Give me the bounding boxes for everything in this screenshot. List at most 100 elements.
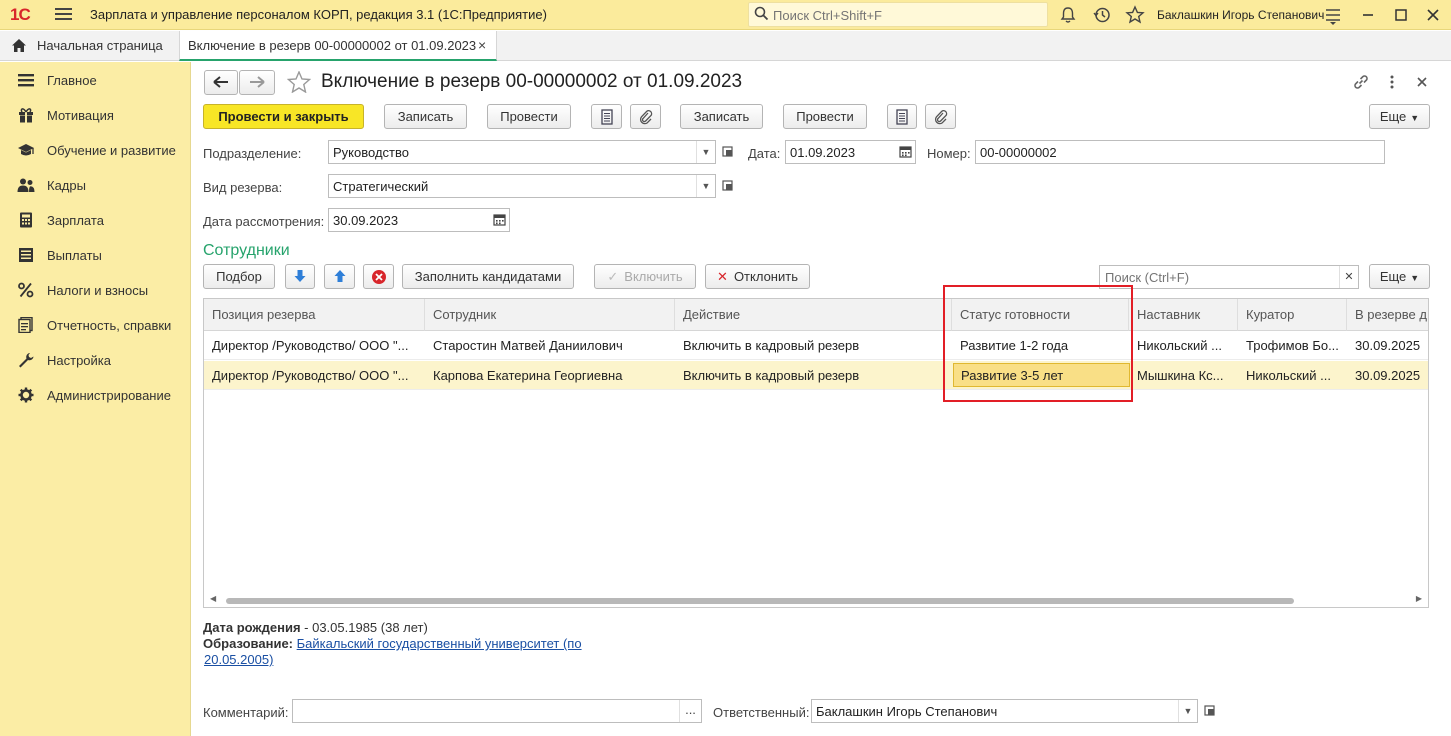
- scrollbar-thumb[interactable]: [226, 598, 1294, 604]
- date-label: Дата:: [748, 146, 781, 161]
- save-button-2[interactable]: Записать: [680, 104, 763, 129]
- bell-icon[interactable]: [1058, 5, 1078, 25]
- back-button[interactable]: [204, 70, 238, 95]
- forward-button[interactable]: [239, 70, 275, 95]
- calendar-icon[interactable]: [899, 145, 912, 158]
- close-icon[interactable]: [1423, 5, 1443, 25]
- comment-field[interactable]: ...: [292, 699, 702, 723]
- tab-document[interactable]: Включение в резерв 00-00000002 от 01.09.…: [179, 31, 497, 61]
- sidebar-item-main[interactable]: Главное: [0, 65, 191, 95]
- minimize-icon[interactable]: [1358, 5, 1378, 25]
- birth-date-value: - 03.05.1985 (38 лет): [300, 620, 428, 635]
- employees-table: Позиция резерва Сотрудник Действие Стату…: [203, 298, 1429, 608]
- move-down-button[interactable]: [285, 264, 315, 289]
- sidebar-item-motivation[interactable]: Мотивация: [0, 100, 191, 130]
- tab-home-label: Начальная страница: [37, 38, 163, 53]
- column-header[interactable]: Наставник: [1129, 299, 1238, 331]
- open-icon[interactable]: [719, 175, 737, 197]
- document-icon: [896, 109, 908, 125]
- sidebar-item-reports[interactable]: Отчетность, справки: [0, 310, 191, 340]
- sidebar-item-payments[interactable]: Выплаты: [0, 240, 191, 270]
- maximize-icon[interactable]: [1391, 5, 1411, 25]
- save-button[interactable]: Записать: [384, 104, 467, 129]
- comment-edit-button[interactable]: ...: [679, 700, 701, 722]
- delete-button[interactable]: [363, 264, 394, 289]
- table-row[interactable]: Директор /Руководство/ ООО "... Старости…: [204, 331, 1428, 360]
- sidebar-item-label: Выплаты: [47, 248, 102, 263]
- include-button[interactable]: ✓ Включить: [594, 264, 696, 289]
- global-search-input[interactable]: [771, 6, 1041, 24]
- tab-home[interactable]: Начальная страница: [0, 31, 177, 61]
- print-button[interactable]: [591, 104, 622, 129]
- document-title: Включение в резерв 00-00000002 от 01.09.…: [321, 71, 743, 92]
- star-icon[interactable]: [1125, 5, 1145, 25]
- table-row-selected[interactable]: Директор /Руководство/ ООО "... Карпова …: [204, 361, 1428, 390]
- highlight-box: [943, 285, 1133, 402]
- reject-button[interactable]: ✕ Отклонить: [705, 264, 810, 289]
- dropdown-arrow-icon[interactable]: ▼: [696, 141, 715, 163]
- column-header[interactable]: Сотрудник: [425, 299, 675, 331]
- birth-date-label: Дата рождения: [203, 620, 301, 635]
- review-date-field[interactable]: 30.09.2023: [328, 208, 510, 232]
- sidebar-item-salary[interactable]: Зарплата: [0, 205, 191, 235]
- sidebar-item-training[interactable]: Обучение и развитие: [0, 135, 191, 165]
- more-button-label: Еще: [1379, 109, 1407, 124]
- calendar-icon[interactable]: [493, 213, 506, 226]
- date-field[interactable]: 01.09.2023: [785, 140, 916, 164]
- link-icon[interactable]: [1352, 73, 1370, 91]
- responsible-field[interactable]: Баклашкин Игорь Степанович ▼: [811, 699, 1198, 723]
- education-link[interactable]: Байкальский государственный университет …: [297, 636, 582, 651]
- scroll-left-icon[interactable]: ◀: [210, 594, 216, 603]
- sidebar-item-label: Отчетность, справки: [47, 318, 172, 333]
- history-icon[interactable]: [1092, 5, 1112, 25]
- close-form-icon[interactable]: [1414, 74, 1430, 90]
- move-up-button[interactable]: [324, 264, 355, 289]
- horizontal-scrollbar[interactable]: ◀ ▶: [204, 594, 1428, 607]
- division-field[interactable]: Руководство ▼: [328, 140, 716, 164]
- open-icon[interactable]: [719, 141, 737, 163]
- sidebar-item-label: Главное: [47, 73, 97, 88]
- more-icon[interactable]: [1386, 73, 1398, 91]
- post-and-close-button[interactable]: Провести и закрыть: [203, 104, 364, 129]
- table-more-button[interactable]: Еще ▼: [1369, 264, 1430, 289]
- dropdown-arrow-icon[interactable]: ▼: [1178, 700, 1197, 722]
- sidebar-item-admin[interactable]: Администрирование: [0, 380, 191, 410]
- reserve-type-value: Стратегический: [333, 179, 429, 194]
- column-header[interactable]: Действие: [675, 299, 952, 331]
- main-menu-icon[interactable]: [55, 6, 72, 22]
- column-header[interactable]: Позиция резерва: [204, 299, 425, 331]
- select-button[interactable]: Подбор: [203, 264, 275, 289]
- table-cell: Включить в кадровый резерв: [683, 338, 860, 353]
- column-header[interactable]: Куратор: [1238, 299, 1347, 331]
- settings-icon[interactable]: [1323, 5, 1343, 25]
- fill-candidates-button[interactable]: Заполнить кандидатами: [402, 264, 574, 289]
- tab-close-icon[interactable]: ×: [478, 37, 486, 53]
- attach-button[interactable]: [630, 104, 661, 129]
- education-link-continued[interactable]: 20.05.2005): [204, 652, 273, 667]
- clear-search-icon[interactable]: ✕: [1339, 266, 1358, 288]
- global-search[interactable]: [748, 2, 1048, 27]
- table-search-input[interactable]: [1103, 268, 1333, 286]
- scroll-right-icon[interactable]: ▶: [1416, 594, 1422, 603]
- open-icon[interactable]: [1201, 700, 1219, 722]
- user-name[interactable]: Баклашкин Игорь Степанович: [1157, 8, 1324, 22]
- post-button-2[interactable]: Провести: [783, 104, 867, 129]
- favorite-star-icon[interactable]: [287, 71, 311, 93]
- more-button[interactable]: Еще ▼: [1369, 104, 1430, 129]
- dropdown-arrow-icon[interactable]: ▼: [696, 175, 715, 197]
- table-search-field[interactable]: ✕: [1099, 265, 1359, 289]
- reserve-type-field[interactable]: Стратегический ▼: [328, 174, 716, 198]
- attach-button-2[interactable]: [925, 104, 956, 129]
- print-button-2[interactable]: [887, 104, 917, 129]
- number-field[interactable]: 00-00000002: [975, 140, 1385, 164]
- caret-down-icon: ▼: [1410, 273, 1420, 283]
- post-button[interactable]: Провести: [487, 104, 571, 129]
- table-cell: Никольский ...: [1137, 338, 1222, 353]
- column-header[interactable]: В резерве д: [1347, 299, 1428, 331]
- number-label: Номер:: [927, 146, 971, 161]
- sidebar-item-label: Мотивация: [47, 108, 114, 123]
- sidebar-item-taxes[interactable]: Налоги и взносы: [0, 275, 191, 305]
- sidebar-item-settings[interactable]: Настройка: [0, 345, 191, 375]
- app-title: Зарплата и управление персоналом КОРП, р…: [90, 7, 547, 22]
- sidebar-item-personnel[interactable]: Кадры: [0, 170, 191, 200]
